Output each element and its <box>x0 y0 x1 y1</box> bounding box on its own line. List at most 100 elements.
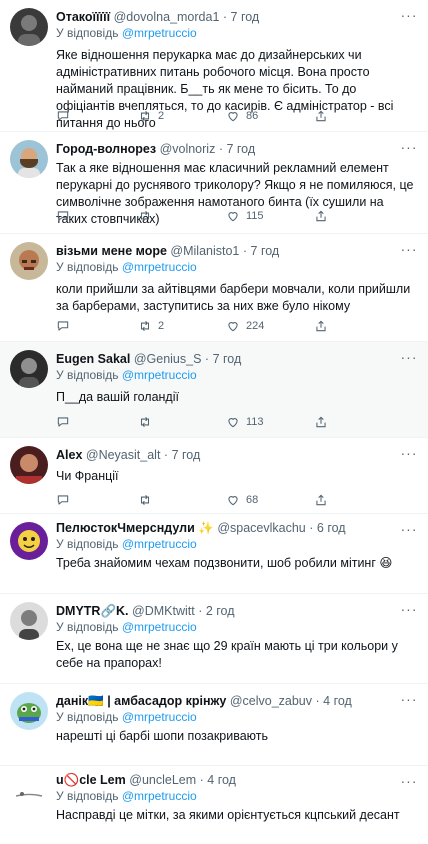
avatar[interactable] <box>10 522 48 560</box>
tweet-text: нарешті ці барбі шопи позакривають <box>56 729 269 743</box>
share-button[interactable] <box>314 492 328 508</box>
heart-icon <box>228 112 238 122</box>
retweet-arrows-icon <box>140 110 150 122</box>
reply-button[interactable] <box>56 414 76 430</box>
reply-button[interactable] <box>56 108 76 124</box>
tweet[interactable]: ··· ПелюстокЧмерсндули ✨ @spacevlkachu ·… <box>0 514 428 594</box>
avatar[interactable] <box>10 692 48 730</box>
retweet-button[interactable]: 2 <box>138 108 164 124</box>
retweet-arrows-icon <box>140 416 150 428</box>
like-button[interactable]: 224 <box>226 318 264 334</box>
reply-context: У відповідь @mrpetruccio <box>56 26 197 40</box>
tweet[interactable]: ··· Отакоїїїїї @dovolna_morda1 · 7 год У… <box>0 0 428 132</box>
heart-icon <box>228 212 238 222</box>
mention-link[interactable]: @mrpetruccio <box>122 260 197 274</box>
reply-context: У відповідь @mrpetruccio <box>56 620 197 634</box>
avatar[interactable] <box>10 350 48 388</box>
timestamp[interactable]: 7 год <box>213 352 242 366</box>
author-handle[interactable]: @celvo_zabuv <box>230 694 312 708</box>
tweet[interactable]: ··· данік🇺🇦 | амбасадор крінжу @celvo_za… <box>0 684 428 766</box>
author-name[interactable]: Eugen Sakal <box>56 352 130 366</box>
tweet[interactable]: ··· u🚫cle Lem @uncleLem · 4 год У відпов… <box>0 766 428 844</box>
mention-link[interactable]: @mrpetruccio <box>122 789 197 803</box>
author-name[interactable]: DMYTR🔗K. <box>56 604 129 618</box>
author-handle[interactable]: @Genius_S <box>134 352 202 366</box>
reply-context: У відповідь @mrpetruccio <box>56 368 197 382</box>
mention-link[interactable]: @mrpetruccio <box>122 710 197 724</box>
heart-icon <box>228 496 238 506</box>
tweet-text: П__да вашій голандії <box>56 390 179 404</box>
share-upload-icon <box>316 320 326 332</box>
like-button[interactable]: 68 <box>226 492 258 508</box>
retweet-arrows-icon <box>140 320 150 332</box>
author-name[interactable]: Город-волнорез <box>56 142 156 156</box>
author-handle[interactable]: @spacevlkachu <box>217 521 305 535</box>
author-name[interactable]: візьми мене море <box>56 244 167 258</box>
reply-context: У відповідь @mrpetruccio <box>56 260 197 274</box>
mention-link[interactable]: @mrpetruccio <box>122 537 197 551</box>
heart-icon <box>228 418 238 428</box>
avatar[interactable] <box>10 140 48 178</box>
avatar[interactable] <box>10 602 48 640</box>
avatar[interactable] <box>10 446 48 484</box>
like-button[interactable]: 86 <box>226 108 258 124</box>
timestamp[interactable]: 2 год <box>206 604 235 618</box>
retweet-count: 2 <box>158 320 165 332</box>
avatar[interactable] <box>10 8 48 46</box>
speech-bubble-icon <box>57 111 69 121</box>
author-handle[interactable]: @dovolna_morda1 <box>114 10 220 24</box>
share-upload-icon <box>316 210 326 222</box>
author-handle[interactable]: @Milanisto1 <box>170 244 239 258</box>
author-name[interactable]: Alex <box>56 448 82 462</box>
retweet-button[interactable] <box>138 208 158 224</box>
retweet-arrows-icon <box>140 210 150 222</box>
reply-button[interactable] <box>56 318 76 334</box>
author-handle[interactable]: @volnoriz <box>160 142 216 156</box>
timestamp[interactable]: 4 год <box>323 694 352 708</box>
author-name[interactable]: ПелюстокЧмерсндули ✨ <box>56 521 214 535</box>
timestamp[interactable]: 7 год <box>226 142 255 156</box>
timestamp[interactable]: 7 год <box>172 448 201 462</box>
avatar[interactable] <box>10 242 48 280</box>
like-count: 115 <box>246 210 264 222</box>
like-count: 68 <box>246 494 259 506</box>
timestamp[interactable]: 4 год <box>207 773 236 787</box>
tweet[interactable]: ··· Alex @Neyasit_alt · 7 год Чи Франції… <box>0 438 428 514</box>
retweet-button[interactable]: 2 <box>138 318 164 334</box>
author-handle[interactable]: @uncleLem <box>129 773 196 787</box>
author-handle[interactable]: @DMKtwitt <box>132 604 195 618</box>
reply-button[interactable] <box>56 208 76 224</box>
tweet[interactable]: ··· DMYTR🔗K. @DMKtwitt · 2 год У відпові… <box>0 594 428 684</box>
like-button[interactable]: 115 <box>226 208 264 224</box>
author-name[interactable]: u🚫cle Lem <box>56 773 126 787</box>
tweet[interactable]: ··· Город-волнорез @volnoriz · 7 год Так… <box>0 132 428 234</box>
share-button[interactable] <box>314 208 328 224</box>
share-button[interactable] <box>314 318 328 334</box>
author-handle[interactable]: @Neyasit_alt <box>86 448 161 462</box>
tweet[interactable]: ··· Eugen Sakal @Genius_S · 7 год У відп… <box>0 342 428 438</box>
author-name[interactable]: данік🇺🇦 | амбасадор крінжу <box>56 694 226 708</box>
share-button[interactable] <box>314 108 328 124</box>
reply-button[interactable] <box>56 492 76 508</box>
like-count: 224 <box>246 320 265 332</box>
speech-bubble-icon <box>57 495 69 505</box>
retweet-button[interactable] <box>138 414 158 430</box>
timestamp[interactable]: 7 год <box>231 10 260 24</box>
retweet-arrows-icon <box>140 494 150 506</box>
mention-link[interactable]: @mrpetruccio <box>122 368 197 382</box>
heart-icon <box>228 322 238 332</box>
mention-link[interactable]: @mrpetruccio <box>122 26 197 40</box>
author-name[interactable]: Отакоїїїїї <box>56 10 110 24</box>
timestamp[interactable]: 7 год <box>251 244 280 258</box>
avatar[interactable] <box>10 774 48 812</box>
share-button[interactable] <box>314 414 328 430</box>
timestamp[interactable]: 6 год <box>317 521 346 535</box>
retweet-button[interactable] <box>138 492 158 508</box>
tweet[interactable]: ··· візьми мене море @Milanisto1 · 7 год… <box>0 234 428 342</box>
like-button[interactable]: 113 <box>226 414 264 430</box>
tweet-text: Ех, це вона ще не знає що 29 країн мають… <box>56 639 398 670</box>
mention-link[interactable]: @mrpetruccio <box>122 620 197 634</box>
tweet-text: коли прийшли за айтівцями барбери мовчал… <box>56 282 411 313</box>
speech-bubble-icon <box>57 417 69 427</box>
reply-context: У відповідь @mrpetruccio <box>56 537 197 551</box>
